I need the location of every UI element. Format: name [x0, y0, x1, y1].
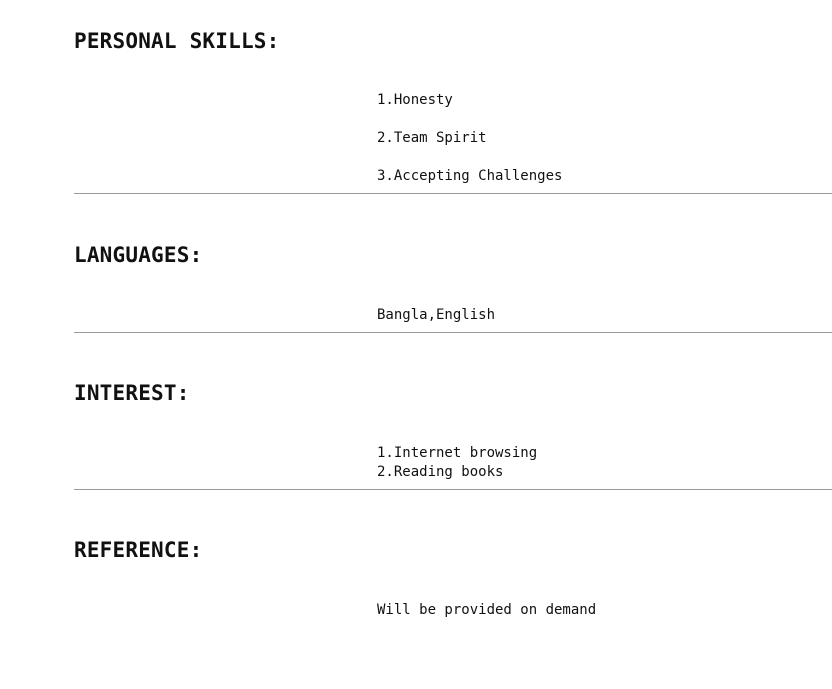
- interest-heading: INTEREST:: [74, 381, 190, 405]
- interest-item: 2.Reading books: [377, 464, 504, 480]
- reference-heading: REFERENCE:: [74, 538, 203, 562]
- languages-value: Bangla,English: [377, 307, 496, 323]
- languages-heading: LANGUAGES:: [74, 243, 203, 267]
- reference-value: Will be provided on demand: [377, 602, 597, 618]
- section-divider: [74, 489, 832, 490]
- section-divider: [74, 193, 832, 194]
- personal-skill-item: 3.Accepting Challenges: [377, 168, 563, 184]
- section-divider: [74, 332, 832, 333]
- interest-item: 1.Internet browsing: [377, 445, 538, 461]
- personal-skills-heading: PERSONAL SKILLS:: [74, 29, 280, 53]
- personal-skill-item: 1.Honesty: [377, 92, 453, 108]
- personal-skill-item: 2.Team Spirit: [377, 130, 487, 146]
